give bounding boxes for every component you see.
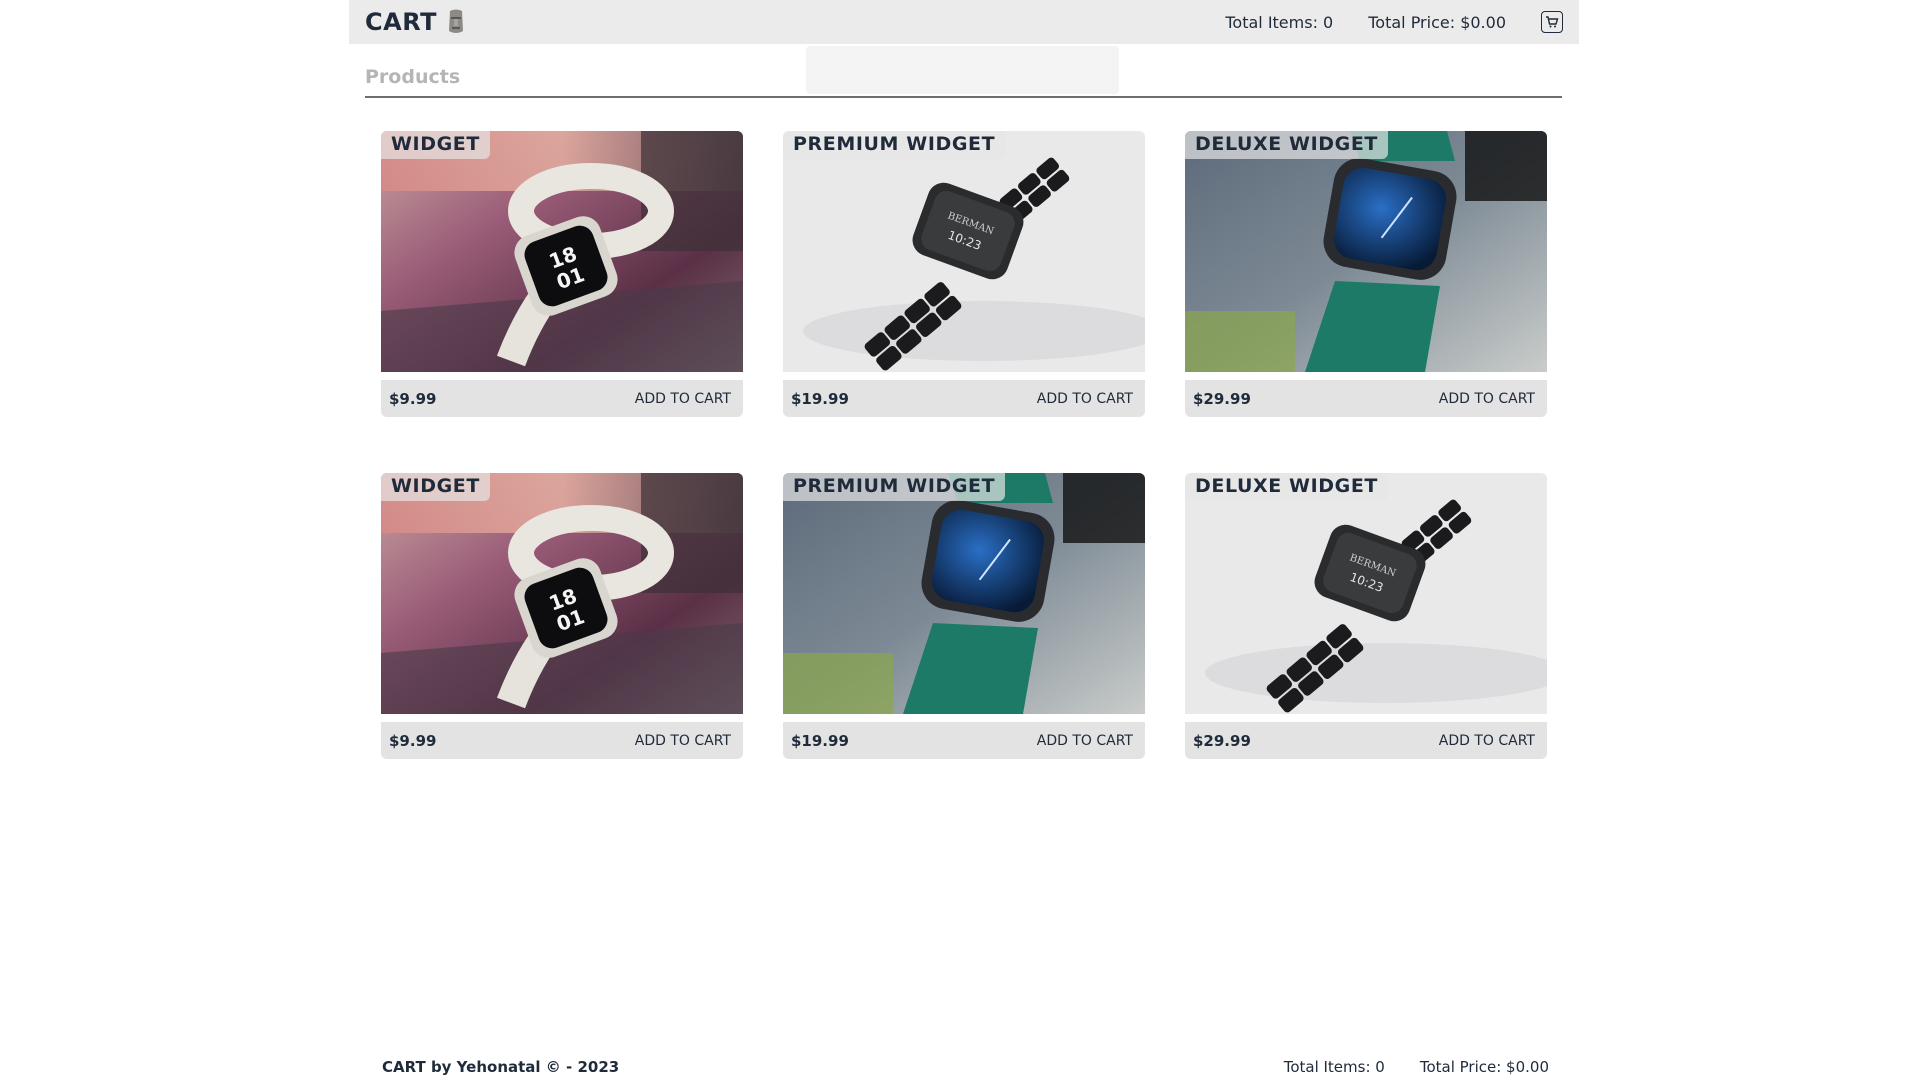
cart-icon [1546, 16, 1559, 28]
product-price: $29.99 [1193, 389, 1251, 408]
product-price: $9.99 [389, 389, 437, 408]
cart-button[interactable] [1541, 11, 1563, 33]
product-title: PREMIUM WIDGET [783, 131, 1006, 159]
product-price: $19.99 [791, 731, 849, 750]
product-image: BERMAN 10:23 DELUXE WIDGET [1185, 473, 1547, 714]
brand[interactable]: CART [365, 8, 465, 36]
moai-icon [447, 9, 465, 35]
product-price: $29.99 [1193, 731, 1251, 750]
product-price: $9.99 [389, 731, 437, 750]
product-card: PREMIUM WIDGET $19.99 ADD TO CART [783, 473, 1145, 759]
add-to-cart-button[interactable]: ADD TO CART [1439, 733, 1535, 749]
product-image: DELUXE WIDGET [1185, 131, 1547, 372]
product-price: $19.99 [791, 389, 849, 408]
product-image: 18 01 WIDGET [381, 473, 743, 714]
footer-total-price: Total Price: $0.00 [1419, 1058, 1549, 1076]
product-image: PREMIUM WIDGET [783, 473, 1145, 714]
product-grid: 18 01 WIDGET $9.99 ADD TO CART BERMAN 10… [381, 131, 1549, 759]
toast-notification [806, 46, 1119, 94]
add-to-cart-button[interactable]: ADD TO CART [1439, 391, 1535, 407]
product-card: 18 01 WIDGET $9.99 ADD TO CART [381, 131, 743, 417]
add-to-cart-button[interactable]: ADD TO CART [1037, 391, 1133, 407]
brand-title: CART [365, 8, 437, 36]
product-footer: $9.99 ADD TO CART [381, 722, 743, 759]
page-footer: CART by Yehonatal © - 2023 Total Items: … [382, 1058, 1549, 1076]
product-footer: $29.99 ADD TO CART [1185, 722, 1547, 759]
product-footer: $19.99 ADD TO CART [783, 380, 1145, 417]
product-title: WIDGET [381, 473, 490, 501]
product-title: DELUXE WIDGET [1185, 473, 1388, 501]
add-to-cart-button[interactable]: ADD TO CART [635, 391, 731, 407]
add-to-cart-button[interactable]: ADD TO CART [635, 733, 731, 749]
top-header: CART Total Items: 0 Total Price: $0.00 [349, 0, 1579, 44]
product-card: BERMAN 10:23 DELUXE WIDGET $29.99 ADD TO C… [1185, 473, 1547, 759]
section-divider [365, 96, 1562, 98]
product-footer: $19.99 ADD TO CART [783, 722, 1145, 759]
section-title: Products [365, 66, 461, 88]
header-total-items: Total Items: 0 [1225, 12, 1334, 32]
product-image: BERMAN 10:23 PREMIUM WIDGET [783, 131, 1145, 372]
product-title: DELUXE WIDGET [1185, 131, 1388, 159]
product-footer: $29.99 ADD TO CART [1185, 380, 1547, 417]
product-image: 18 01 WIDGET [381, 131, 743, 372]
product-footer: $9.99 ADD TO CART [381, 380, 743, 417]
product-card: BERMAN 10:23 PREMIUM WIDGET $19.99 ADD TO … [783, 131, 1145, 417]
product-card: 18 01 WIDGET $9.99 ADD TO CART [381, 473, 743, 759]
product-title: WIDGET [381, 131, 490, 159]
header-summary: Total Items: 0 Total Price: $0.00 [1225, 11, 1563, 33]
footer-summary: Total Items: 0 Total Price: $0.00 [1284, 1058, 1549, 1076]
add-to-cart-button[interactable]: ADD TO CART [1037, 733, 1133, 749]
footer-total-items: Total Items: 0 [1283, 1058, 1385, 1076]
product-title: PREMIUM WIDGET [783, 473, 1006, 501]
footer-credit: CART by Yehonatal © - 2023 [382, 1058, 620, 1076]
product-card: DELUXE WIDGET $29.99 ADD TO CART [1185, 131, 1547, 417]
header-total-price: Total Price: $0.00 [1368, 12, 1506, 32]
app-root: CART Total Items: 0 Total Price: $0.00 P… [0, 0, 1920, 1080]
